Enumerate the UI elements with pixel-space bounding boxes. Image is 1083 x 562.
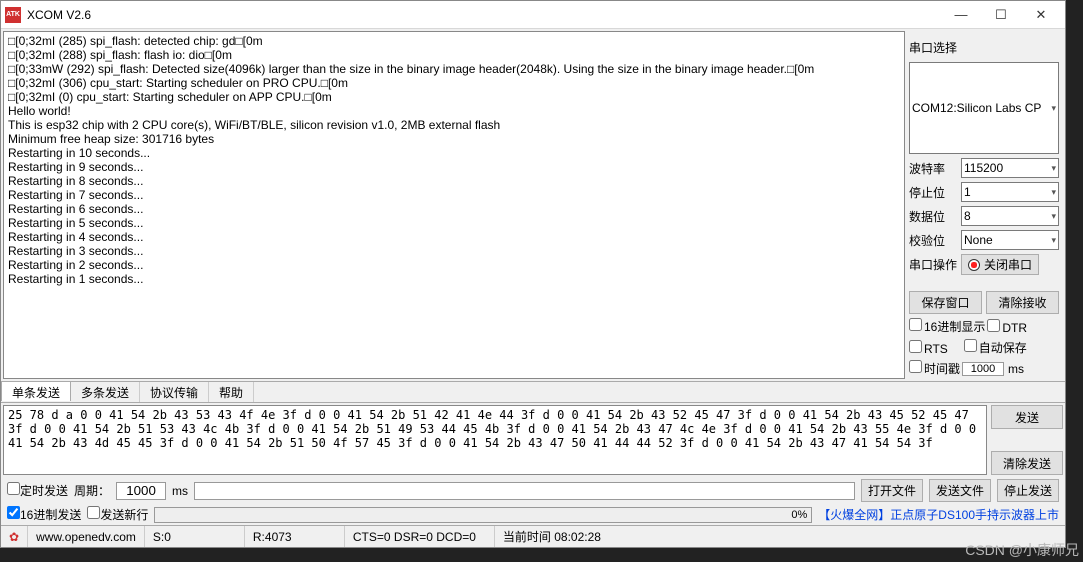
- maximize-button[interactable]: ☐: [981, 1, 1021, 29]
- progress-bar: 0%: [154, 507, 812, 523]
- log-line: Restarting in 4 seconds...: [8, 230, 900, 244]
- log-line: Restarting in 7 seconds...: [8, 188, 900, 202]
- open-file-button[interactable]: 打开文件: [861, 479, 923, 502]
- dtr-checkbox[interactable]: DTR: [987, 319, 1027, 335]
- close-button[interactable]: ✕: [1021, 1, 1061, 29]
- promo-link[interactable]: 【火爆全网】正点原子DS100手持示波器上市: [818, 506, 1059, 523]
- log-line: This is esp32 chip with 2 CPU core(s), W…: [8, 118, 900, 132]
- log-line: Restarting in 2 seconds...: [8, 258, 900, 272]
- portop-label: 串口操作: [909, 256, 957, 273]
- log-line: □[0;32mI (0) cpu_start: Starting schedul…: [8, 90, 900, 104]
- send-input[interactable]: [3, 405, 987, 475]
- send-file-button[interactable]: 发送文件: [929, 479, 991, 502]
- titlebar: ATK XCOM V2.6 — ☐ ✕: [1, 1, 1065, 29]
- baud-label: 波特率: [909, 160, 957, 177]
- tab-multi-send[interactable]: 多条发送: [71, 382, 140, 402]
- status-bar: ✿ www.openedv.com S:0 R:4073 CTS=0 DSR=0…: [1, 525, 1065, 547]
- timestamp-checkbox[interactable]: 时间戳: [909, 360, 960, 377]
- log-line: Restarting in 9 seconds...: [8, 160, 900, 174]
- log-line: □[0;32mI (285) spi_flash: detected chip:…: [8, 34, 900, 48]
- log-line: Minimum free heap size: 301716 bytes: [8, 132, 900, 146]
- watermark: CSDN @小康师兄: [965, 540, 1079, 560]
- record-icon: [968, 259, 980, 271]
- hex-display-checkbox[interactable]: 16进制显示: [909, 318, 985, 335]
- ms-label: ms: [1008, 362, 1024, 376]
- send-tabs: 单条发送 多条发送 协议传输 帮助: [1, 381, 1065, 403]
- status-url[interactable]: www.openedv.com: [28, 526, 145, 547]
- log-line: Hello world!: [8, 104, 900, 118]
- save-window-button[interactable]: 保存窗口: [909, 291, 982, 314]
- log-line: Restarting in 1 seconds...: [8, 272, 900, 286]
- side-panel: 串口选择 COM12:Silicon Labs CP▾ 波特率115200▾ 停…: [907, 29, 1065, 381]
- rts-checkbox[interactable]: RTS: [909, 340, 948, 356]
- timestamp-interval-input[interactable]: [962, 362, 1004, 376]
- clear-receive-button[interactable]: 清除接收: [986, 291, 1059, 314]
- stop-label: 停止位: [909, 184, 957, 201]
- chevron-down-icon: ▾: [1051, 163, 1056, 174]
- autosave-checkbox[interactable]: 自动保存: [964, 339, 1027, 356]
- baud-combo[interactable]: 115200▾: [961, 158, 1059, 178]
- hex-send-checkbox[interactable]: 16进制发送: [7, 506, 81, 523]
- data-label: 数据位: [909, 208, 957, 225]
- chevron-down-icon: ▾: [1051, 211, 1056, 222]
- tab-single-send[interactable]: 单条发送: [1, 381, 71, 401]
- ms-label: ms: [172, 484, 188, 498]
- parity-combo[interactable]: None▾: [961, 230, 1059, 250]
- receive-log[interactable]: □[0;32mI (285) spi_flash: detected chip:…: [3, 31, 905, 379]
- databits-combo[interactable]: 8▾: [961, 206, 1059, 226]
- log-line: Restarting in 8 seconds...: [8, 174, 900, 188]
- log-line: Restarting in 3 seconds...: [8, 244, 900, 258]
- log-line: Restarting in 6 seconds...: [8, 202, 900, 216]
- timed-send-checkbox[interactable]: 定时发送: [7, 482, 68, 499]
- log-line: Restarting in 5 seconds...: [8, 216, 900, 230]
- app-icon: ATK: [5, 7, 21, 23]
- status-sent: S:0: [145, 526, 245, 547]
- send-button[interactable]: 发送: [991, 405, 1063, 429]
- parity-label: 校验位: [909, 232, 957, 249]
- log-line: □[0;32mI (288) spi_flash: flash io: dio□…: [8, 48, 900, 62]
- log-line: □[0;33mW (292) spi_flash: Detected size(…: [8, 62, 900, 76]
- log-line: Restarting in 10 seconds...: [8, 146, 900, 160]
- status-flags: CTS=0 DSR=0 DCD=0: [345, 526, 495, 547]
- chevron-down-icon: ▾: [1051, 103, 1056, 114]
- gear-icon[interactable]: ✿: [1, 526, 28, 547]
- file-path-input[interactable]: [194, 482, 855, 500]
- port-toggle-button[interactable]: 关闭串口: [961, 254, 1039, 275]
- period-label: 周期：: [74, 482, 110, 499]
- period-input[interactable]: [116, 482, 166, 500]
- tab-protocol[interactable]: 协议传输: [140, 382, 209, 402]
- port-combo[interactable]: COM12:Silicon Labs CP▾: [909, 62, 1059, 154]
- stop-send-button[interactable]: 停止发送: [997, 479, 1059, 502]
- tab-help[interactable]: 帮助: [209, 382, 254, 402]
- clear-send-button[interactable]: 清除发送: [991, 451, 1063, 475]
- send-newline-checkbox[interactable]: 发送新行: [87, 506, 148, 523]
- status-received: R:4073: [245, 526, 345, 547]
- chevron-down-icon: ▾: [1051, 187, 1056, 198]
- stopbits-combo[interactable]: 1▾: [961, 182, 1059, 202]
- chevron-down-icon: ▾: [1051, 235, 1056, 246]
- minimize-button[interactable]: —: [941, 1, 981, 29]
- log-line: □[0;32mI (306) cpu_start: Starting sched…: [8, 76, 900, 90]
- window-title: XCOM V2.6: [27, 8, 941, 22]
- port-select-title: 串口选择: [909, 39, 1059, 56]
